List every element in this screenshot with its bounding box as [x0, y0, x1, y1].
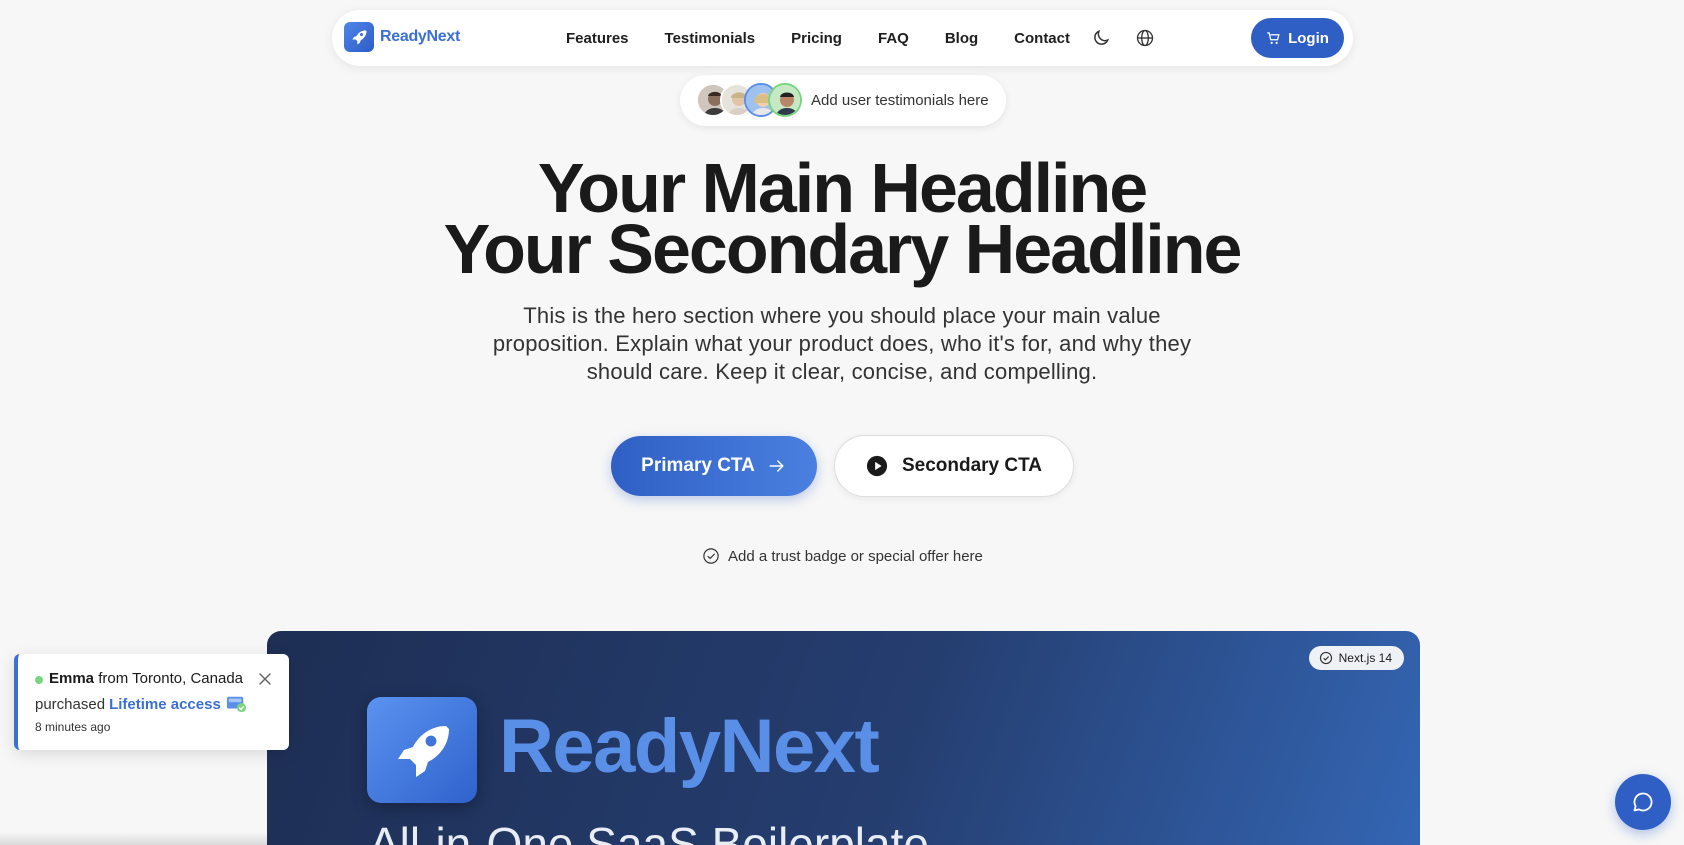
chat-icon [1633, 792, 1653, 812]
notification-time: 8 minutes ago [35, 720, 111, 734]
notification-product-link[interactable]: Lifetime access [109, 696, 221, 713]
chat-button[interactable] [1615, 774, 1671, 830]
globe-icon[interactable] [1134, 27, 1156, 49]
login-button[interactable]: Login [1251, 18, 1344, 58]
preview-tagline: All-in-One SaaS Boilerplate [369, 818, 929, 845]
primary-cta-label: Primary CTA [641, 455, 755, 476]
trust-badge: Add a trust badge or special offer here [702, 547, 983, 565]
nav-link-blog[interactable]: Blog [945, 30, 978, 47]
nav-links: Features Testimonials Pricing FAQ Blog C… [566, 10, 1106, 66]
rocket-icon [367, 697, 477, 803]
hero-subtext: This is the hero section where you shoul… [492, 303, 1192, 384]
nav-link-features[interactable]: Features [566, 30, 629, 47]
primary-cta-button[interactable]: Primary CTA [611, 436, 817, 496]
trust-badge-text: Add a trust badge or special offer here [728, 547, 983, 565]
purchase-notification: Emma from Toronto, Canada purchased Life… [14, 654, 289, 750]
login-label: Login [1288, 29, 1329, 47]
arrow-right-icon [769, 460, 784, 472]
avatar-group [696, 83, 804, 119]
notification-line-2: purchased Lifetime access [35, 694, 247, 714]
close-icon[interactable] [257, 671, 273, 687]
notification-line-1: Emma from Toronto, Canada [49, 670, 243, 687]
notification-purchased: purchased [35, 695, 106, 713]
moon-icon[interactable] [1090, 27, 1112, 49]
nextjs-badge: Next.js 14 [1308, 646, 1404, 670]
nav-link-pricing[interactable]: Pricing [791, 30, 842, 47]
check-circle-icon [703, 548, 719, 564]
secondary-headline: Your Secondary Headline [443, 210, 1243, 288]
rocket-icon [344, 22, 374, 52]
nextjs-badge-text: Next.js 14 [1338, 651, 1392, 665]
status-dot [35, 676, 43, 684]
cart-icon [1267, 31, 1280, 44]
testimonials-pill[interactable]: Add user testimonials here [680, 75, 1006, 126]
secondary-cta-button[interactable]: Secondary CTA [834, 435, 1074, 497]
notification-location: from Toronto, Canada [98, 670, 244, 687]
nav-link-contact[interactable]: Contact [1014, 30, 1070, 47]
secondary-cta-label: Secondary CTA [901, 455, 1043, 476]
divider [0, 832, 267, 845]
logo-text: ReadyNext [380, 28, 461, 45]
nav-link-faq[interactable]: FAQ [878, 30, 909, 47]
avatar [768, 83, 802, 117]
nav-link-testimonials[interactable]: Testimonials [665, 30, 756, 47]
preview-logo-text: ReadyNext [499, 704, 880, 789]
play-icon [866, 455, 888, 477]
notification-name: Emma [49, 670, 95, 687]
navbar: ReadyNext Features Testimonials Pricing … [332, 10, 1353, 66]
product-preview: Next.js 14 ReadyNext All-in-One SaaS Boi… [267, 631, 1420, 845]
gift-icon [226, 696, 246, 713]
logo[interactable]: ReadyNext [344, 22, 460, 52]
testimonials-text: Add user testimonials here [811, 92, 989, 109]
check-circle-icon [1319, 651, 1332, 665]
